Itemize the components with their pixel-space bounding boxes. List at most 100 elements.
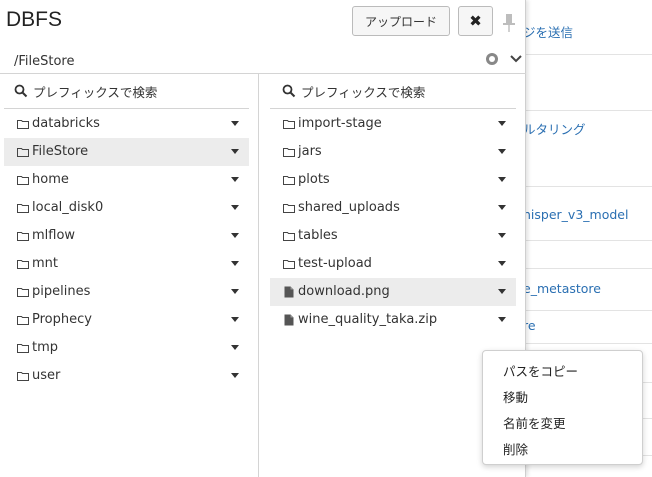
folder-icon bbox=[283, 232, 295, 241]
folder-label: pipelines bbox=[32, 284, 91, 299]
folder-item[interactable]: tmp bbox=[4, 334, 249, 362]
bg-link[interactable]: ジを送信 bbox=[523, 22, 573, 41]
bg-link[interactable]: e_metastore bbox=[523, 281, 601, 296]
caret-down-icon[interactable] bbox=[231, 261, 239, 266]
file-item[interactable]: wine_quality_taka.zip bbox=[270, 306, 516, 334]
folder-item[interactable]: tables bbox=[270, 222, 516, 250]
folder-icon bbox=[283, 176, 295, 185]
folder-label: plots bbox=[298, 172, 330, 187]
file-columns: プレフィックスで検索 databricks FileStore home loc… bbox=[0, 73, 526, 477]
folder-icon bbox=[17, 148, 29, 157]
close-button[interactable]: ✖ bbox=[458, 6, 493, 36]
file-list: import-stage jars plots shared_uploads t… bbox=[270, 109, 516, 334]
folder-label: home bbox=[32, 172, 69, 187]
folder-icon bbox=[17, 232, 29, 241]
caret-down-icon[interactable] bbox=[231, 345, 239, 350]
folder-item[interactable]: test-upload bbox=[270, 250, 516, 278]
prefix-search[interactable]: プレフィックスで検索 bbox=[14, 80, 157, 102]
caret-down-icon[interactable] bbox=[498, 149, 506, 154]
folder-icon bbox=[17, 260, 29, 269]
file-icon bbox=[284, 286, 294, 298]
file-label: download.png bbox=[298, 284, 390, 299]
root-directory-column: プレフィックスで検索 databricks FileStore home loc… bbox=[0, 74, 259, 477]
caret-down-icon[interactable] bbox=[498, 317, 506, 322]
folder-list: databricks FileStore home local_disk0 ml… bbox=[4, 109, 249, 390]
folder-item[interactable]: import-stage bbox=[270, 110, 516, 138]
folder-icon bbox=[283, 260, 295, 269]
folder-label: mlflow bbox=[32, 228, 76, 243]
rename-menu-item[interactable]: 名前を変更 bbox=[503, 413, 566, 432]
folder-icon bbox=[17, 316, 29, 325]
folder-label: test-upload bbox=[298, 256, 372, 271]
chevron-down-icon[interactable] bbox=[509, 51, 523, 65]
file-item[interactable]: download.png bbox=[270, 278, 516, 306]
move-menu-item[interactable]: 移動 bbox=[503, 387, 528, 406]
bg-divider bbox=[523, 186, 652, 187]
bg-divider bbox=[523, 268, 652, 269]
caret-down-icon[interactable] bbox=[498, 261, 506, 266]
caret-down-icon[interactable] bbox=[498, 289, 506, 294]
dbfs-file-browser-modal: DBFS アップロード ✖ /FileStore プレフィックスで検索 data… bbox=[0, 0, 526, 477]
search-icon bbox=[14, 84, 28, 98]
folder-item[interactable]: Prophecy bbox=[4, 306, 249, 334]
caret-down-icon[interactable] bbox=[231, 233, 239, 238]
folder-label: shared_uploads bbox=[298, 200, 400, 215]
folder-item[interactable]: jars bbox=[270, 138, 516, 166]
caret-down-icon[interactable] bbox=[231, 177, 239, 182]
modal-title: DBFS bbox=[6, 8, 63, 31]
bg-link[interactable]: hisper_v3_model bbox=[523, 207, 628, 222]
folder-label: tables bbox=[298, 228, 338, 243]
delete-menu-item[interactable]: 削除 bbox=[503, 439, 528, 458]
folder-label: local_disk0 bbox=[32, 200, 104, 215]
folder-icon bbox=[283, 148, 295, 157]
folder-item[interactable]: mlflow bbox=[4, 222, 249, 250]
folder-item[interactable]: FileStore bbox=[4, 138, 249, 166]
copy-path-menu-item[interactable]: パスをコピー bbox=[503, 361, 578, 380]
prefix-search[interactable]: プレフィックスで検索 bbox=[282, 80, 425, 102]
folder-label: jars bbox=[298, 144, 322, 159]
current-path: /FileStore bbox=[14, 54, 75, 69]
folder-item[interactable]: home bbox=[4, 166, 249, 194]
folder-label: tmp bbox=[32, 340, 59, 355]
folder-icon bbox=[17, 176, 29, 185]
folder-item[interactable]: local_disk0 bbox=[4, 194, 249, 222]
caret-down-icon[interactable] bbox=[498, 205, 506, 210]
pin-icon[interactable] bbox=[501, 13, 517, 33]
caret-down-icon[interactable] bbox=[231, 289, 239, 294]
folder-item[interactable]: mnt bbox=[4, 250, 249, 278]
status-indicator-icon bbox=[486, 53, 498, 65]
folder-label: import-stage bbox=[298, 116, 382, 131]
folder-icon bbox=[17, 288, 29, 297]
caret-down-icon[interactable] bbox=[498, 233, 506, 238]
search-input[interactable]: プレフィックスで検索 bbox=[33, 82, 157, 101]
search-icon bbox=[282, 84, 296, 98]
folder-item[interactable]: databricks bbox=[4, 110, 249, 138]
folder-item[interactable]: pipelines bbox=[4, 278, 249, 306]
bg-link[interactable]: ルタリング bbox=[523, 119, 586, 138]
search-input[interactable]: プレフィックスで検索 bbox=[301, 82, 425, 101]
folder-label: databricks bbox=[32, 116, 100, 131]
folder-icon bbox=[17, 204, 29, 213]
folder-icon bbox=[17, 372, 29, 381]
folder-item[interactable]: plots bbox=[270, 166, 516, 194]
folder-label: mnt bbox=[32, 256, 58, 271]
caret-down-icon[interactable] bbox=[498, 121, 506, 126]
folder-label: Prophecy bbox=[32, 312, 92, 327]
file-icon bbox=[284, 314, 294, 326]
caret-down-icon[interactable] bbox=[231, 149, 239, 154]
upload-button[interactable]: アップロード bbox=[352, 6, 450, 36]
bg-divider bbox=[523, 240, 652, 241]
caret-down-icon[interactable] bbox=[498, 177, 506, 182]
folder-item[interactable]: user bbox=[4, 362, 249, 390]
caret-down-icon[interactable] bbox=[231, 205, 239, 210]
caret-down-icon[interactable] bbox=[231, 121, 239, 126]
folder-item[interactable]: shared_uploads bbox=[270, 194, 516, 222]
bg-divider bbox=[523, 343, 652, 344]
caret-down-icon[interactable] bbox=[231, 373, 239, 378]
file-label: wine_quality_taka.zip bbox=[298, 312, 438, 327]
bg-divider bbox=[523, 54, 652, 55]
caret-down-icon[interactable] bbox=[231, 317, 239, 322]
folder-icon bbox=[283, 204, 295, 213]
folder-label: user bbox=[32, 368, 61, 383]
folder-label: FileStore bbox=[32, 144, 89, 159]
